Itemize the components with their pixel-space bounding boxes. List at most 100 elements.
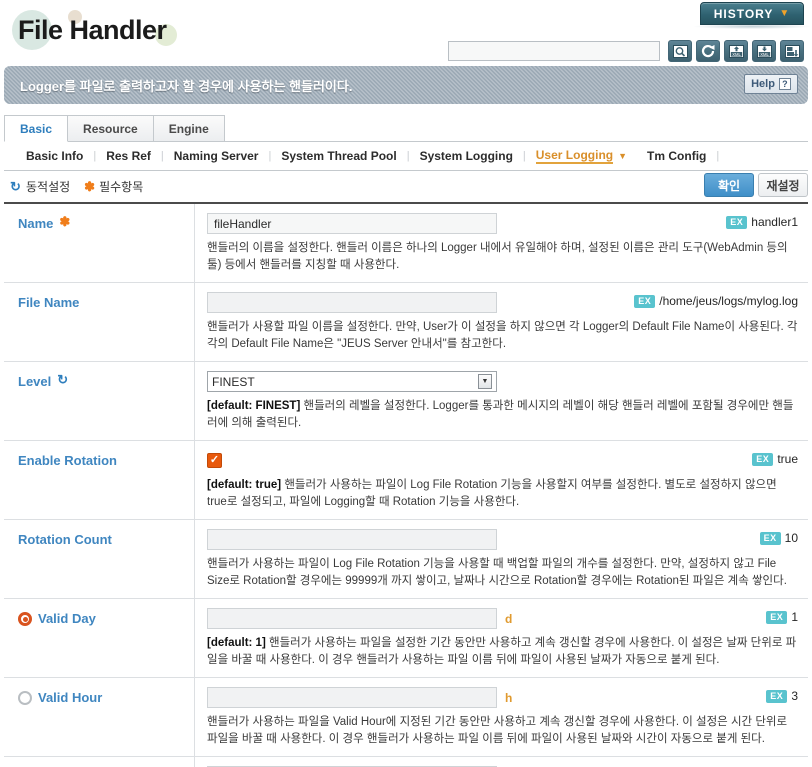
example-hint: EX 3 [766, 689, 798, 703]
row-content: FINEST ▼ [default: FINEST] 핸들러의 레벨을 설정한다… [195, 362, 808, 440]
row-label: Level ↻ [4, 362, 195, 440]
valid-day-input[interactable] [207, 608, 497, 629]
ex-badge: EX [766, 610, 788, 624]
form-row-rotation-count: Rotation Count EX 10 핸들러가 사용하는 파일이 Log F… [4, 520, 808, 599]
field-line: FINEST ▼ [207, 371, 798, 392]
ex-value: handler1 [751, 215, 798, 229]
subtab-user-logging[interactable]: User Logging ▼ [526, 148, 637, 164]
field-description: [default: true] 핸들러가 사용하는 파일이 Log File R… [207, 477, 798, 511]
refresh-icon[interactable] [696, 40, 720, 62]
default-tag: [default: FINEST] [207, 400, 301, 412]
field-description: 핸들러가 사용하는 파일이 Log File Rotation 기능을 사용할 … [207, 558, 787, 587]
help-label: Help [751, 78, 775, 90]
field-line: EX /home/jeus/logs/mylog.log [207, 292, 798, 313]
level-selected-value: FINEST [212, 374, 255, 389]
description-banner: Logger를 파일로 출력하고자 할 경우에 사용하는 핸들러이다. Help… [4, 66, 808, 104]
tab-resource[interactable]: Resource [67, 115, 154, 141]
tab-basic[interactable]: Basic [4, 115, 69, 142]
ex-value: 10 [784, 531, 798, 545]
form-row-valid-hour: Valid Hour h EX 3 핸들러가 사용하는 파일을 Valid Ho… [4, 678, 808, 757]
subtab-tm-config[interactable]: Tm Config [637, 149, 716, 163]
valid-day-radio[interactable] [18, 612, 32, 626]
example-hint: EX handler1 [726, 215, 798, 229]
field-description: 핸들러가 사용할 파일 이름을 설정한다. 만약, User가 이 설정을 하지… [207, 321, 798, 350]
field-line: EX handler1 [207, 213, 798, 234]
field-label: Rotation Count [18, 532, 112, 547]
subtab-system-logging[interactable]: System Logging [410, 149, 523, 163]
row-label: Valid Day [4, 599, 195, 677]
subtab-naming-server[interactable]: Naming Server [164, 149, 269, 163]
history-shadow [694, 24, 810, 29]
xml-export-icon[interactable]: XML [752, 40, 776, 62]
row-content: EX 10 핸들러가 사용하는 파일이 Log File Rotation 기능… [195, 520, 808, 598]
chevron-down-icon: ▼ [779, 8, 791, 19]
subtab-basic-info[interactable]: Basic Info [16, 149, 93, 163]
header-toolbar: XML XML [448, 40, 804, 62]
history-button[interactable]: HISTORY ▼ [700, 2, 804, 25]
file-name-input[interactable] [207, 292, 497, 313]
confirm-button[interactable]: 확인 [704, 173, 754, 197]
page-header: File Handler HISTORY ▼ XML XML [0, 0, 812, 66]
level-select[interactable]: FINEST ▼ [207, 371, 497, 392]
tab-engine[interactable]: Engine [152, 115, 225, 141]
subtab-system-thread-pool[interactable]: System Thread Pool [271, 149, 406, 163]
field-description: 핸들러의 이름을 설정한다. 핸들러 이름은 하나의 Logger 내에서 유일… [207, 242, 788, 271]
save-config-icon[interactable] [780, 40, 804, 62]
ex-value: 3 [791, 689, 798, 703]
reset-button[interactable]: 재설정 [758, 173, 808, 197]
ex-badge: EX [634, 294, 656, 308]
svg-text:XML: XML [760, 51, 769, 56]
search-icon[interactable] [668, 40, 692, 62]
subtab-strip: Basic Info | Res Ref | Naming Server | S… [4, 142, 808, 171]
xml-import-icon[interactable]: XML [724, 40, 748, 62]
field-line: ✓ EX true [207, 450, 798, 471]
example-hint: EX 1 [766, 610, 798, 624]
subtab-label: Naming Server [173, 149, 259, 163]
field-line: h EX 3 [207, 687, 798, 708]
legend-dynamic-label: 동적설정 [26, 180, 71, 194]
legend-row: ↻ 동적설정 ✽ 필수항목 확인 재설정 [4, 171, 808, 202]
svg-text:XML: XML [732, 51, 741, 56]
rotation-count-input[interactable] [207, 529, 497, 550]
tab-strip: Basic Resource Engine [4, 115, 808, 142]
enable-rotation-checkbox[interactable]: ✓ [207, 453, 222, 468]
field-label: Name [18, 216, 54, 231]
help-button[interactable]: Help ? [744, 74, 798, 94]
refresh-cycle-icon: ↻ [10, 178, 21, 194]
chevron-down-icon: ▼ [478, 374, 492, 389]
row-content: ✓ EX true [default: true] 핸들러가 사용하는 파일이 … [195, 441, 808, 519]
field-label: Level [18, 374, 52, 389]
search-input[interactable] [448, 41, 660, 61]
valid-hour-input[interactable] [207, 687, 497, 708]
ex-badge: EX [759, 531, 781, 545]
description-text: 핸들러가 사용하는 파일을 설정한 기간 동안만 사용하고 계속 갱신할 경우에… [207, 637, 797, 666]
legend-required: ✽ 필수항목 [84, 178, 143, 195]
row-content: d EX 1 [default: 1] 핸들러가 사용하는 파일을 설정한 기간… [195, 599, 808, 677]
example-hint: EX true [752, 452, 798, 466]
field-label: Valid Hour [38, 690, 103, 705]
default-tag: [default: 1] [207, 637, 266, 649]
example-hint: EX /home/jeus/logs/mylog.log [634, 294, 798, 308]
legend-dynamic: ↻ 동적설정 [10, 178, 70, 195]
valid-hour-radio[interactable] [18, 691, 32, 705]
field-line: EX 10 [207, 529, 798, 550]
ex-badge: EX [752, 452, 774, 466]
row-label: Name ✽ [4, 204, 195, 282]
page-title: File Handler [18, 15, 167, 45]
ex-badge: EX [766, 689, 788, 703]
subtab-res-ref[interactable]: Res Ref [96, 149, 161, 163]
tabs-area: Basic Resource Engine Basic Info | Res R… [4, 115, 808, 171]
form-row-name: Name ✽ EX handler1 핸들러의 이름을 설정한다. 핸들러 이름… [4, 204, 808, 283]
default-tag: [default: true] [207, 479, 282, 491]
asterisk-icon: ✽ [84, 178, 96, 194]
form-row-enable-rotation: Enable Rotation ✓ EX true [default: true… [4, 441, 808, 520]
form-row-valid-day: Valid Day d EX 1 [default: 1] 핸들러가 사용하는 … [4, 599, 808, 678]
subtab-label: User Logging [535, 148, 614, 164]
ex-value: true [777, 452, 798, 466]
field-description: [default: 1] 핸들러가 사용하는 파일을 설정한 기간 동안만 사용… [207, 635, 798, 669]
row-label: Valid Size [4, 757, 195, 767]
question-mark-icon: ? [778, 78, 791, 90]
name-input[interactable] [207, 213, 497, 234]
settings-form: Name ✽ EX handler1 핸들러의 이름을 설정한다. 핸들러 이름… [4, 202, 808, 767]
title-wrap: File Handler [10, 8, 177, 56]
